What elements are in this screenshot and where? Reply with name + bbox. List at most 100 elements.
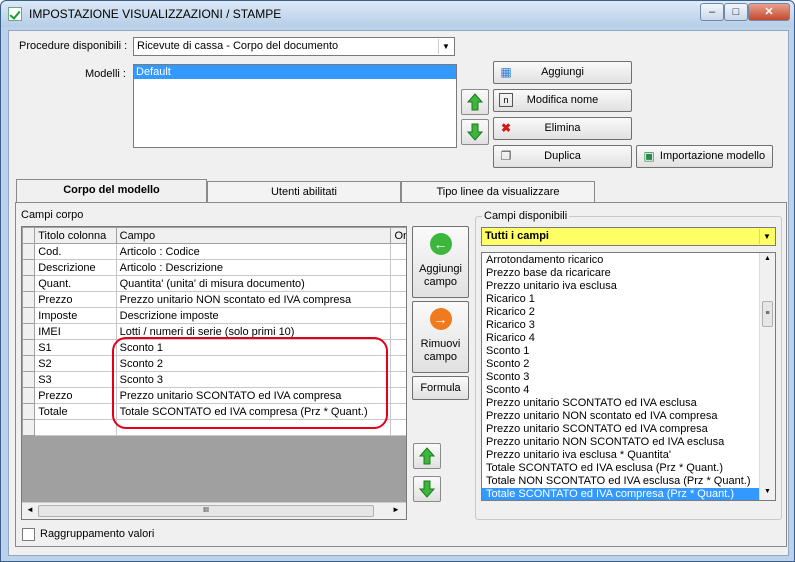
row-header[interactable] <box>22 243 36 260</box>
cell-campo[interactable]: Articolo : Descrizione <box>115 259 392 276</box>
horizontal-scrollbar[interactable]: ◄ III ► <box>22 502 406 519</box>
cell-titolo[interactable]: S1 <box>34 339 117 356</box>
list-item[interactable]: Prezzo unitario iva esclusa * Quantita' <box>482 449 760 462</box>
cell-ord[interactable] <box>390 243 406 260</box>
list-item[interactable]: Prezzo unitario iva esclusa <box>482 280 760 293</box>
row-header[interactable] <box>22 339 36 356</box>
list-item[interactable]: Totale NON SCONTATO ed IVA esclusa (Prz … <box>482 475 760 488</box>
move-up-button[interactable] <box>461 89 489 115</box>
list-item[interactable]: Ricarico 4 <box>482 332 760 345</box>
aggiungi-campo-button[interactable]: ← Aggiungi campo <box>412 226 469 298</box>
table-row[interactable]: Quant. Quantita' (unita' di misura docume… <box>22 275 406 292</box>
list-item[interactable]: Sconto 3 <box>482 371 760 384</box>
move-down-button[interactable] <box>461 119 489 145</box>
list-item[interactable]: Prezzo base da ricaricare <box>482 267 760 280</box>
maximize-button[interactable]: □ <box>724 3 748 21</box>
list-item[interactable]: Sconto 4 <box>482 384 760 397</box>
table-row[interactable]: Descrizione Articolo : Descrizione <box>22 259 406 276</box>
list-item[interactable]: Ricarico 1 <box>482 293 760 306</box>
list-item[interactable]: Prezzo unitario SCONTATO ed IVA compresa <box>482 423 760 436</box>
column-header-titolo[interactable]: Titolo colonna <box>34 227 117 244</box>
row-header[interactable] <box>22 403 36 420</box>
cell-ord[interactable] <box>390 387 406 404</box>
cell-titolo[interactable]: Imposte <box>34 307 117 324</box>
scrollbar-thumb[interactable]: ≡ <box>762 301 773 327</box>
cell-titolo[interactable]: Prezzo <box>34 291 117 308</box>
empty-cell[interactable] <box>22 419 36 436</box>
vertical-scrollbar[interactable]: ▲ ≡ ▼ <box>759 253 775 500</box>
list-item[interactable]: Ricarico 3 <box>482 319 760 332</box>
minimize-button[interactable]: – <box>700 3 724 21</box>
tab-utenti-abilitati[interactable]: Utenti abilitati <box>207 181 401 203</box>
row-header[interactable] <box>22 355 36 372</box>
list-item[interactable]: Ricarico 2 <box>482 306 760 319</box>
campi-disponibili-list[interactable]: Arrotondamento ricarico Prezzo base da ri… <box>481 252 776 501</box>
cell-campo[interactable]: Quantita' (unita' di misura documento) <box>115 275 392 292</box>
row-header[interactable] <box>22 291 36 308</box>
scroll-down-icon[interactable]: ▼ <box>764 488 771 495</box>
raggruppamento-checkbox[interactable] <box>22 528 35 541</box>
importazione-modello-button[interactable]: ▣ Importazione modello <box>636 145 773 168</box>
table-row[interactable]: Prezzo Prezzo unitario NON scontato ed IV… <box>22 291 406 308</box>
procedure-select[interactable]: Ricevute di cassa - Corpo del documento … <box>133 37 455 56</box>
row-header[interactable] <box>22 387 36 404</box>
cell-campo[interactable]: Prezzo unitario NON scontato ed IVA comp… <box>115 291 392 308</box>
list-item[interactable]: Arrotondamento ricarico <box>482 254 760 267</box>
cell-titolo[interactable]: Cod. <box>34 243 117 260</box>
cell-ord[interactable] <box>390 307 406 324</box>
tab-tipo-linee[interactable]: Tipo linee da visualizzare <box>401 181 595 203</box>
cell-ord[interactable] <box>390 291 406 308</box>
modelli-list[interactable]: Default <box>133 64 457 148</box>
empty-cell[interactable] <box>34 419 117 436</box>
cell-titolo[interactable]: Totale <box>34 403 117 420</box>
campi-filter-select[interactable]: Tutti i campi ▼ <box>481 227 776 246</box>
row-header[interactable] <box>22 307 36 324</box>
cell-campo[interactable]: Descrizione imposte <box>115 307 392 324</box>
list-item[interactable]: Prezzo unitario SCONTATO ed IVA esclusa <box>482 397 760 410</box>
cell-titolo[interactable]: Quant. <box>34 275 117 292</box>
list-item[interactable]: Prezzo unitario NON SCONTATO ed IVA escl… <box>482 436 760 449</box>
cell-titolo[interactable]: S2 <box>34 355 117 372</box>
list-item[interactable]: Sconto 1 <box>482 345 760 358</box>
scrollbar-thumb[interactable]: III <box>38 505 374 517</box>
title-bar[interactable]: IMPOSTAZIONE VISUALIZZAZIONI / STAMPE – … <box>1 1 794 27</box>
list-item[interactable]: Prezzo unitario NON scontato ed IVA comp… <box>482 410 760 423</box>
field-down-button[interactable] <box>413 476 441 502</box>
duplica-button[interactable]: ❐ Duplica <box>493 145 632 168</box>
close-button[interactable]: ✕ <box>748 3 790 21</box>
elimina-button[interactable]: ✖ Elimina <box>493 117 632 140</box>
formula-button[interactable]: Formula <box>412 376 469 400</box>
tab-corpo-del-modello[interactable]: Corpo del modello <box>16 179 207 203</box>
list-item[interactable]: Totale SCONTATO ed IVA compresa (Prz * Q… <box>482 488 760 500</box>
modelli-item-default[interactable]: Default <box>134 65 456 79</box>
row-header[interactable] <box>22 275 36 292</box>
cell-ord[interactable] <box>390 339 406 356</box>
cell-titolo[interactable]: S3 <box>34 371 117 388</box>
cell-ord[interactable] <box>390 323 406 340</box>
row-header[interactable] <box>22 323 36 340</box>
aggiungi-button[interactable]: ▦ Aggiungi <box>493 61 632 84</box>
column-header-campo[interactable]: Campo <box>115 227 392 244</box>
list-item[interactable]: Totale SCONTATO ed IVA esclusa (Prz * Qu… <box>482 462 760 475</box>
table-row[interactable]: Imposte Descrizione imposte <box>22 307 406 324</box>
cell-ord[interactable] <box>390 403 406 420</box>
empty-cell[interactable] <box>390 419 406 436</box>
rimuovi-campo-button[interactable]: → Rimuovi campo <box>412 301 469 373</box>
column-header-ord[interactable]: Ord <box>390 227 406 244</box>
scroll-left-icon[interactable]: ◄ <box>26 505 34 514</box>
cell-titolo[interactable]: Descrizione <box>34 259 117 276</box>
cell-ord[interactable] <box>390 371 406 388</box>
scroll-up-icon[interactable]: ▲ <box>764 255 771 262</box>
modifica-nome-button[interactable]: n Modifica nome <box>493 89 632 112</box>
cell-ord[interactable] <box>390 275 406 292</box>
field-up-button[interactable] <box>413 443 441 469</box>
list-item[interactable]: Sconto 2 <box>482 358 760 371</box>
scroll-right-icon[interactable]: ► <box>392 505 400 514</box>
table-row[interactable]: Cod. Articolo : Codice <box>22 243 406 260</box>
row-header[interactable] <box>22 259 36 276</box>
cell-ord[interactable] <box>390 355 406 372</box>
cell-ord[interactable] <box>390 259 406 276</box>
cell-titolo[interactable]: Prezzo <box>34 387 117 404</box>
row-header[interactable] <box>22 371 36 388</box>
cell-campo[interactable]: Articolo : Codice <box>115 243 392 260</box>
